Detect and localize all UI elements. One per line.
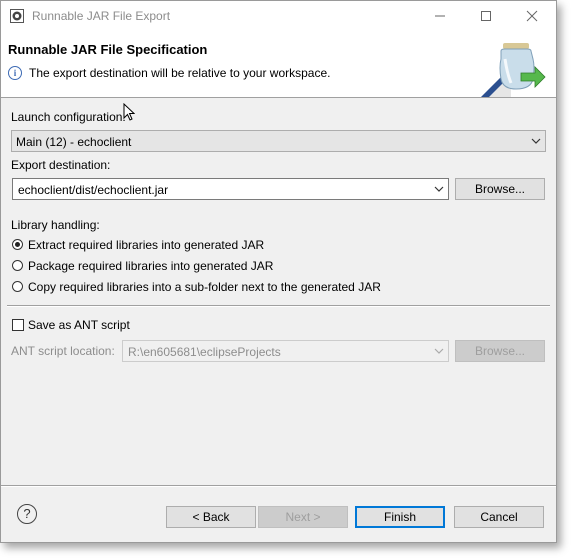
maximize-button[interactable] bbox=[463, 1, 509, 31]
help-icon[interactable]: ? bbox=[17, 504, 37, 524]
finish-button[interactable]: Finish bbox=[355, 506, 445, 528]
export-dialog: Runnable JAR File Export Runnable JAR Fi… bbox=[0, 0, 557, 543]
jar-export-wizard-icon bbox=[481, 43, 546, 97]
ant-script-location-input: R:\en605681\eclipseProjects bbox=[122, 340, 449, 362]
cancel-button[interactable]: Cancel bbox=[454, 506, 544, 528]
eclipse-app-icon bbox=[10, 9, 24, 23]
close-icon bbox=[526, 10, 538, 22]
chevron-down-icon bbox=[434, 186, 444, 192]
maximize-icon bbox=[481, 11, 491, 21]
close-button[interactable] bbox=[509, 1, 555, 31]
window-title: Runnable JAR File Export bbox=[32, 9, 171, 23]
copy-libraries-radio[interactable] bbox=[12, 281, 23, 292]
export-destination-input[interactable]: echoclient/dist/echoclient.jar bbox=[12, 178, 449, 200]
wizard-header: Runnable JAR File Specification i The ex… bbox=[1, 31, 556, 98]
back-button[interactable]: < Back bbox=[166, 506, 256, 528]
export-browse-button[interactable]: Browse... bbox=[455, 178, 545, 200]
package-libraries-radio[interactable] bbox=[12, 260, 23, 271]
package-libraries-label[interactable]: Package required libraries into generate… bbox=[28, 259, 273, 273]
chevron-down-icon bbox=[531, 138, 541, 144]
page-title: Runnable JAR File Specification bbox=[8, 42, 208, 57]
section-divider bbox=[7, 305, 550, 307]
ant-browse-button: Browse... bbox=[455, 340, 545, 362]
minimize-button[interactable] bbox=[417, 1, 463, 31]
export-destination-label: Export destination: bbox=[11, 158, 111, 172]
header-message: The export destination will be relative … bbox=[29, 66, 331, 80]
ant-script-location-label: ANT script location: bbox=[11, 344, 115, 358]
export-destination-value: echoclient/dist/echoclient.jar bbox=[18, 183, 169, 197]
copy-libraries-label[interactable]: Copy required libraries into a sub-folde… bbox=[28, 280, 381, 294]
ant-script-location-value: R:\en605681\eclipseProjects bbox=[128, 345, 281, 359]
minimize-icon bbox=[435, 15, 445, 17]
launch-configuration-select[interactable]: Main (12) - echoclient bbox=[11, 130, 546, 152]
next-button: Next > bbox=[258, 506, 348, 528]
footer-divider bbox=[1, 485, 556, 487]
save-ant-script-checkbox[interactable] bbox=[12, 319, 24, 331]
launch-configuration-value: Main (12) - echoclient bbox=[16, 135, 132, 149]
title-bar[interactable]: Runnable JAR File Export bbox=[1, 1, 556, 31]
info-icon: i bbox=[8, 66, 22, 80]
extract-libraries-radio[interactable] bbox=[12, 239, 23, 250]
library-handling-label: Library handling: bbox=[11, 218, 100, 232]
launch-configuration-label: Launch configuration: bbox=[11, 110, 126, 124]
extract-libraries-label[interactable]: Extract required libraries into generate… bbox=[28, 238, 264, 252]
chevron-down-icon bbox=[434, 348, 444, 354]
save-ant-script-label[interactable]: Save as ANT script bbox=[28, 318, 130, 332]
mouse-cursor-icon bbox=[123, 103, 135, 121]
